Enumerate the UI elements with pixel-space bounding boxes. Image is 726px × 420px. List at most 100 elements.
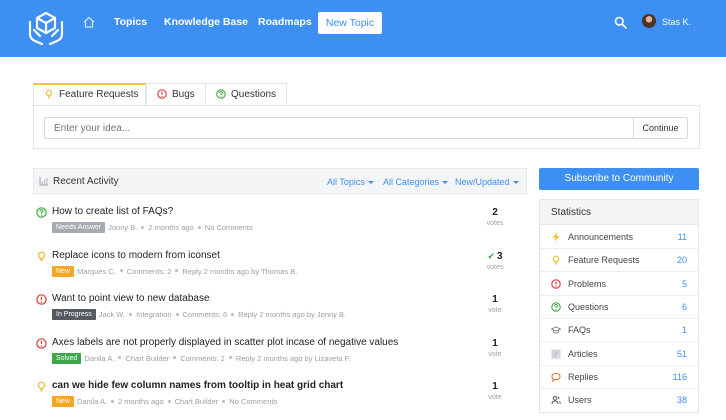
new-topic-button[interactable]: New Topic	[318, 12, 382, 34]
filter-label: All Topics	[327, 177, 365, 187]
vote-count: 1	[483, 381, 507, 392]
meta-separator	[175, 269, 179, 273]
stat-count: 116	[672, 371, 687, 382]
meta-item: Integration	[136, 310, 172, 319]
avatar[interactable]	[642, 14, 656, 28]
filter-label: All Categories	[383, 177, 440, 187]
filter-all-categories[interactable]: All Categories	[383, 177, 449, 187]
nav-knowledge-base[interactable]: Knowledge Base	[164, 16, 248, 28]
meta-separator	[197, 225, 201, 229]
stat-row-users[interactable]: Users 38	[540, 389, 698, 412]
vote-number: 3	[496, 250, 503, 262]
lightbulb-icon	[45, 89, 53, 99]
stat-label: Users	[568, 395, 592, 406]
topic-meta: New Danila A. 2 months ago Chart Builder No …	[52, 396, 277, 407]
continue-button[interactable]: Continue	[633, 117, 688, 139]
nav-roadmaps[interactable]: Roadmaps	[258, 16, 312, 28]
stat-row-articles[interactable]: Articles 51	[540, 343, 698, 366]
topic-author[interactable]: Jonny B.	[108, 223, 137, 232]
stat-count: 51	[676, 348, 687, 359]
top-header: Topics Knowledge Base Roadmaps New Topic…	[0, 0, 726, 57]
topic-author[interactable]: Danila A.	[84, 354, 114, 363]
users-icon	[551, 396, 561, 405]
stat-count: 1	[681, 325, 687, 336]
stat-label: Announcements	[568, 232, 634, 242]
tab-questions[interactable]: Questions	[205, 83, 287, 106]
topic-row[interactable]: How to create list of FAQs? Needs Answer J…	[33, 204, 527, 247]
meta-separator	[111, 399, 115, 403]
stat-count: 20	[676, 255, 687, 266]
stat-count: 11	[677, 232, 687, 242]
meta-item: No Comments	[229, 397, 278, 406]
meta-separator	[118, 356, 122, 360]
filter-new-updated[interactable]: New/Updated	[455, 177, 519, 187]
stat-row-faqs[interactable]: FAQs 1	[540, 319, 698, 343]
topic-row[interactable]: Want to point view to new database In Pro…	[33, 291, 527, 334]
home-icon[interactable]	[82, 15, 96, 29]
topic-row[interactable]: Replace icons to modern from iconset New M…	[33, 248, 527, 291]
topic-row[interactable]: can we hide few column names from toolti…	[33, 378, 527, 420]
vote-label: vote	[488, 350, 502, 358]
topic-title[interactable]: Want to point view to new database	[52, 293, 210, 304]
reply-icon	[551, 372, 561, 382]
search-icon[interactable]	[614, 16, 627, 29]
topic-title[interactable]: How to create list of FAQs?	[52, 206, 173, 217]
vote-count: 1	[483, 294, 507, 305]
topic-author[interactable]: Marques C.	[77, 267, 116, 276]
stat-label: Replies	[568, 371, 599, 382]
chevron-down-icon	[367, 181, 374, 185]
stat-row-problems[interactable]: Problems 5	[540, 273, 698, 296]
vote-number: 1	[492, 337, 498, 349]
meta-item: 2 months ago	[118, 397, 164, 406]
tab-label: Questions	[231, 89, 277, 100]
topic-author[interactable]: Danila A.	[77, 397, 107, 406]
stat-label: Articles	[568, 348, 598, 359]
stat-row-replies[interactable]: Replies 116	[540, 366, 698, 389]
status-badge: Needs Answer	[52, 222, 106, 233]
alert-icon	[157, 89, 167, 100]
chevron-down-icon	[512, 181, 519, 185]
meta-item: Reply 2 months ago by Lizaveta F.	[235, 353, 351, 363]
filter-all-topics[interactable]: All Topics	[327, 177, 374, 187]
meta-item: Reply 2 months ago by Thomas B.	[182, 266, 298, 276]
recent-activity-title: Recent Activity	[53, 176, 119, 187]
lightbulb-icon	[37, 381, 46, 392]
question-icon	[36, 207, 47, 218]
meta-separator	[141, 225, 145, 229]
status-badge: Solved	[52, 352, 82, 364]
alert-icon	[36, 294, 47, 305]
user-name[interactable]: Stas K.	[662, 17, 691, 27]
idea-input[interactable]	[44, 117, 634, 139]
meta-item: Comments: 2	[180, 353, 225, 363]
topic-meta: Needs Answer Jonny B. 2 months ago No Comme…	[52, 222, 253, 233]
nav-topics[interactable]: Topics	[114, 16, 147, 28]
topic-title[interactable]: can we hide few column names from toolti…	[52, 380, 343, 391]
topic-row[interactable]: Axes labels are not properly displayed i…	[33, 335, 527, 378]
alert-icon	[551, 278, 561, 289]
statistics-title: Statistics	[540, 200, 698, 225]
topic-author[interactable]: Jack W.	[99, 310, 125, 319]
vote-count: 1	[483, 338, 507, 349]
subscribe-button[interactable]: Subscribe to Community	[539, 168, 699, 190]
stat-row-questions[interactable]: Questions 6	[540, 296, 698, 319]
stat-count: 5	[681, 278, 687, 289]
topic-title[interactable]: Axes labels are not properly displayed i…	[52, 337, 398, 348]
vote-label: vote	[488, 307, 502, 314]
article-icon	[551, 349, 561, 358]
meta-separator	[175, 312, 179, 316]
check-icon: ✔	[487, 250, 495, 261]
meta-separator	[119, 269, 123, 273]
vote-label: votes	[486, 220, 504, 227]
stat-count: 6	[681, 301, 687, 312]
stat-row-announcements[interactable]: Announcements 11	[540, 226, 698, 249]
topic-meta: In Progress Jack W. Integration Comments: 6…	[52, 309, 346, 320]
logo-icon[interactable]	[26, 8, 66, 48]
stat-label: Feature Requests	[568, 255, 640, 266]
meta-item: No Comments	[204, 223, 253, 232]
tab-feature-requests[interactable]: Feature Requests	[33, 83, 146, 106]
stat-row-feature-requests[interactable]: Feature Requests 20	[540, 249, 698, 273]
topic-title[interactable]: Replace icons to modern from iconset	[52, 250, 220, 261]
tab-bugs[interactable]: Bugs	[146, 83, 206, 106]
meta-separator	[231, 312, 235, 316]
activity-icon	[39, 177, 48, 186]
